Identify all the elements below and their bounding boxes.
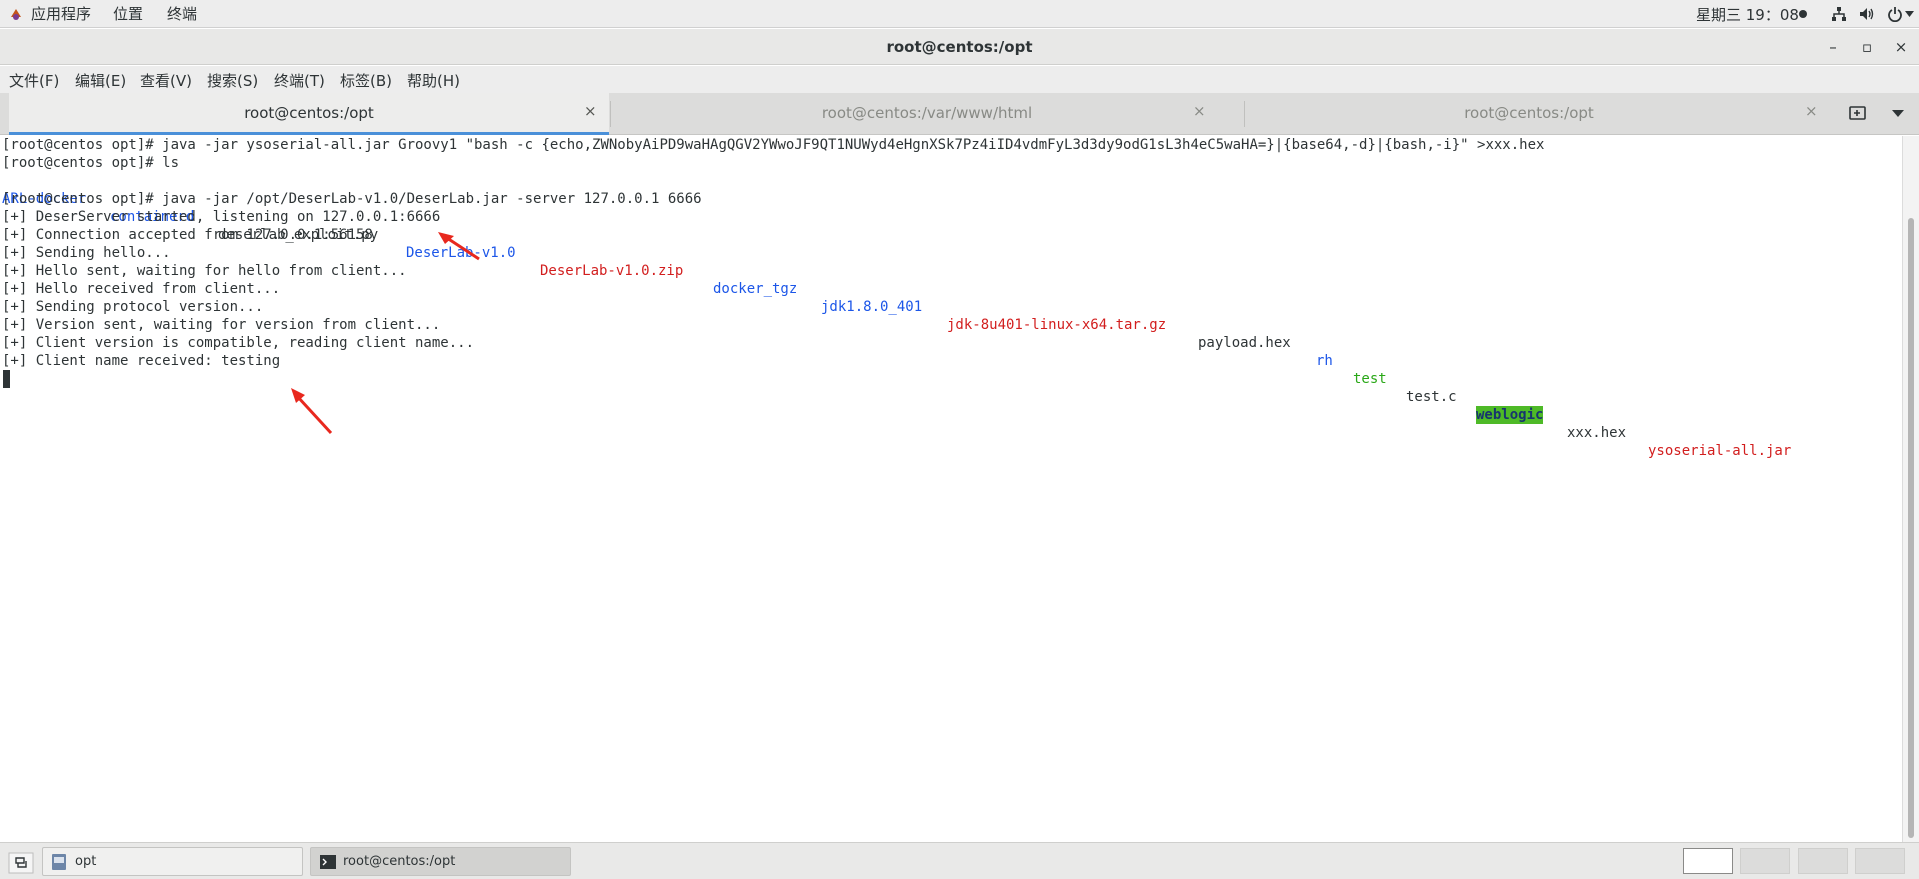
scrollbar-thumb[interactable]	[1908, 218, 1914, 838]
ls-output-line: ARL-docker containerd deserlab_exploit.p…	[2, 172, 1791, 459]
terminal-line: [+] Sending protocol version...	[2, 299, 264, 315]
terminal-scrollbar[interactable]	[1902, 136, 1919, 842]
ls-entry: rh	[1316, 353, 1333, 369]
tab-label: root@centos:/var/www/html	[821, 104, 1033, 122]
terminal-app-menu[interactable]: 终端	[167, 3, 197, 24]
tab-label: root@centos:/opt	[1464, 104, 1594, 122]
menu-tabs[interactable]: 标签(B)	[340, 70, 392, 91]
menu-help[interactable]: 帮助(H)	[407, 70, 460, 91]
ls-entry: payload.hex	[1198, 335, 1291, 351]
terminal-area[interactable]: [root@centos opt]# java -jar ysoserial-a…	[0, 136, 1901, 842]
workspace-3[interactable]	[1798, 848, 1848, 874]
file-manager-icon	[52, 854, 66, 870]
terminal-icon	[320, 855, 336, 869]
menu-edit[interactable]: 编辑(E)	[75, 70, 126, 91]
places-menu[interactable]: 位置	[113, 3, 143, 24]
show-desktop-icon[interactable]	[8, 852, 34, 874]
workspace-4[interactable]	[1855, 848, 1905, 874]
tab-opt-active[interactable]: root@centos:/opt ×	[9, 93, 609, 135]
network-icon[interactable]	[1831, 6, 1847, 22]
workspace-2[interactable]	[1740, 848, 1790, 874]
tab-close-button[interactable]: ×	[1193, 102, 1206, 120]
minimize-button[interactable]: –	[1823, 37, 1843, 57]
close-button[interactable]: ×	[1891, 37, 1911, 57]
menubar: 文件(F) 编辑(E) 查看(V) 搜索(S) 终端(T) 标签(B) 帮助(H…	[0, 66, 1919, 93]
ls-entry: DeserLab-v1.0.zip	[540, 263, 684, 279]
tab-label: root@centos:/opt	[244, 104, 374, 122]
red-arrow-annotation-icon	[438, 232, 480, 261]
notification-dot-icon	[1799, 10, 1807, 18]
menu-view[interactable]: 查看(V)	[140, 70, 192, 91]
taskbar-item-label: opt	[75, 854, 97, 869]
menu-file[interactable]: 文件(F)	[9, 70, 59, 91]
menu-terminal[interactable]: 终端(T)	[274, 70, 325, 91]
applications-icon	[11, 9, 21, 20]
terminal-line: [+] Hello received from client...	[2, 281, 281, 297]
window-titlebar[interactable]: root@centos:/opt – ▫ ×	[0, 29, 1919, 65]
ls-entry: test	[1353, 371, 1387, 387]
terminal-line: [+] Client name received: testing	[2, 353, 281, 369]
terminal-line: [+] DeserServer started, listening on 12…	[2, 209, 441, 225]
terminal-line: [+] Sending hello...	[2, 245, 171, 261]
red-arrow-annotation-icon	[291, 388, 333, 435]
terminal-line: [root@centos opt]# java -jar ysoserial-a…	[2, 137, 1545, 153]
taskbar-item-terminal[interactable]: root@centos:/opt	[310, 847, 571, 876]
tab-menu-chevron-icon[interactable]	[1892, 110, 1904, 118]
tab-strip: root@centos:/opt × root@centos:/var/www/…	[0, 93, 1919, 135]
applications-menu[interactable]: 应用程序	[31, 3, 91, 24]
terminal-line: [+] Connection accepted from 127.0.0.1:5…	[2, 227, 373, 243]
volume-icon[interactable]	[1859, 6, 1875, 22]
ls-entry: docker_tgz	[713, 281, 798, 297]
power-icon[interactable]	[1887, 6, 1903, 22]
ls-entry: ysoserial-all.jar	[1648, 443, 1792, 459]
top-panel: 应用程序 位置 终端 星期三 19：08	[0, 0, 1919, 28]
ls-entry: xxx.hex	[1567, 425, 1627, 441]
tab-close-button[interactable]: ×	[1805, 102, 1818, 120]
terminal-line: [root@centos opt]# ls	[2, 155, 180, 171]
ls-entry: weblogic	[1476, 406, 1544, 424]
tab-opt-2[interactable]: root@centos:/opt ×	[1245, 93, 1817, 135]
ls-entry: jdk-8u401-linux-x64.tar.gz	[947, 317, 1167, 333]
maximize-button[interactable]: ▫	[1857, 37, 1877, 57]
terminal-line: [+] Client version is compatible, readin…	[2, 335, 475, 351]
window-title: root@centos:/opt	[886, 38, 1033, 56]
terminal-line: [+] Hello sent, waiting for hello from c…	[2, 263, 407, 279]
terminal-line: [root@centos opt]# java -jar /opt/DeserL…	[2, 191, 702, 207]
clock[interactable]: 星期三 19：08	[1696, 4, 1799, 25]
taskbar: opt root@centos:/opt	[0, 842, 1919, 879]
chevron-down-icon[interactable]	[1905, 11, 1914, 17]
taskbar-item-label: root@centos:/opt	[343, 854, 456, 869]
tab-close-button[interactable]: ×	[584, 102, 597, 120]
ls-entry: jdk1.8.0_401	[821, 299, 923, 315]
menu-search[interactable]: 搜索(S)	[207, 70, 258, 91]
workspace-1[interactable]	[1683, 848, 1733, 874]
taskbar-item-opt[interactable]: opt	[42, 847, 303, 876]
terminal-cursor	[3, 370, 10, 388]
terminal-line: [+] Version sent, waiting for version fr…	[2, 317, 441, 333]
tab-var-www-html[interactable]: root@centos:/var/www/html ×	[611, 93, 1243, 135]
ls-entry: test.c	[1406, 389, 1457, 405]
new-tab-icon[interactable]	[1848, 104, 1868, 122]
